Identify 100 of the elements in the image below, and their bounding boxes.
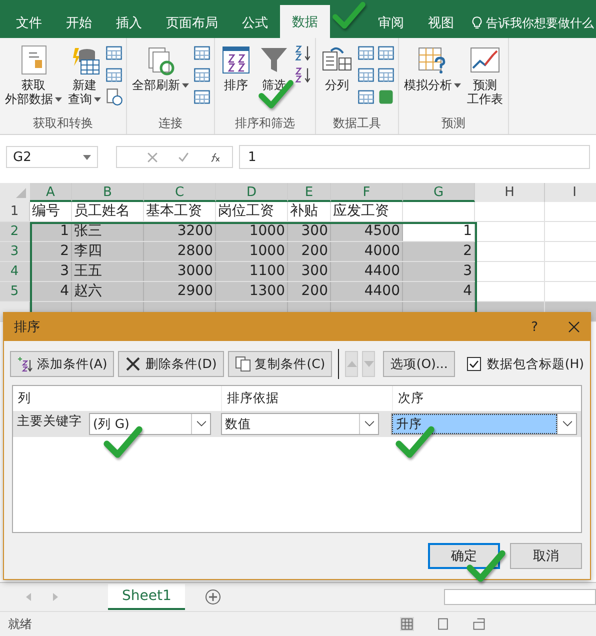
sort-icon <box>220 44 252 76</box>
table-cell: 4 <box>403 282 475 301</box>
ribbon-tab[interactable]: 开始 <box>54 8 104 38</box>
ribbon-button[interactable]: 新建 查询 <box>66 42 103 115</box>
delete-icon <box>125 356 142 372</box>
ribbon-tab[interactable]: 公式 <box>230 8 280 38</box>
ribbon-button[interactable]: 排序 <box>218 42 254 115</box>
checkbox-label: 数据包含标题(H) <box>486 356 584 372</box>
table-cell: 4 <box>30 282 72 301</box>
table-cell: 3000 <box>144 262 216 281</box>
column-header[interactable]: H <box>475 183 545 202</box>
column-header[interactable]: E <box>288 183 331 202</box>
sheet-tab[interactable]: Sheet1 <box>108 584 186 610</box>
table-cell: 编号 <box>30 202 72 221</box>
ribbon-tab[interactable]: 插入 <box>104 8 154 38</box>
down-arrow-icon <box>364 361 374 367</box>
dropdown-arrow-icon <box>454 83 461 88</box>
column-header[interactable]: C <box>144 183 216 202</box>
table-cell: 补贴 <box>288 202 331 221</box>
ribbon-button[interactable]: 获取 外部数据 <box>3 42 64 115</box>
ribbon-group-label: 连接 <box>158 115 184 132</box>
ribbon-button[interactable]: 模拟分析 <box>402 42 463 115</box>
row-header[interactable]: 5 <box>0 282 30 301</box>
check-mark-icon <box>332 0 366 31</box>
ribbon-button[interactable]: 预测 工作表 <box>465 42 505 115</box>
ribbon-group-label: 排序和筛选 <box>234 115 296 132</box>
ribbon-tab[interactable]: 视图 <box>416 8 466 38</box>
row-header[interactable]: 4 <box>0 262 30 281</box>
name-box[interactable]: G2 <box>6 146 98 168</box>
table-cell: 1300 <box>216 282 288 301</box>
add-sheet-icon[interactable] <box>205 589 222 605</box>
toolbar-button[interactable]: 添加条件(A) <box>10 351 114 377</box>
chevron-down-icon <box>364 421 374 427</box>
order-dropdown[interactable]: 升序 <box>391 413 577 435</box>
ok-button[interactable]: 确定 <box>428 543 500 569</box>
ribbon-group-label: 获取和转换 <box>32 115 94 132</box>
table-cell: 应发工资 <box>331 202 403 221</box>
add-level-icon <box>17 356 33 372</box>
table-cell: 3 <box>403 262 475 281</box>
dropdown-arrow-icon <box>55 97 62 102</box>
normal-view-icon[interactable] <box>400 617 414 631</box>
column-header[interactable]: I <box>545 183 596 202</box>
page-break-icon[interactable] <box>472 617 486 631</box>
table-cell: 200 <box>288 242 331 261</box>
dropdown-arrow-icon <box>182 83 189 88</box>
row-header[interactable]: 1 <box>0 202 30 221</box>
table-cell: 1 <box>403 222 475 241</box>
table-cell: 4400 <box>331 282 403 301</box>
ribbon-button[interactable]: 全部刷新 <box>130 42 191 115</box>
tell-me-field[interactable]: 告诉我你想要做什么 <box>486 14 594 32</box>
table-cell: 300 <box>288 262 331 281</box>
table-cell: 王五 <box>72 262 144 281</box>
dropdown-arrow-icon <box>83 154 91 160</box>
table-cell: 1100 <box>216 262 288 281</box>
ribbon-tab[interactable]: 审阅 <box>366 8 416 38</box>
sort-descending-icon[interactable] <box>294 66 312 84</box>
check-mark-icon <box>258 78 294 110</box>
formula-input[interactable]: 1 <box>239 145 590 169</box>
ribbon-tab[interactable]: 页面布局 <box>154 8 230 38</box>
close-icon[interactable] <box>568 321 580 333</box>
row-header[interactable]: 3 <box>0 242 30 261</box>
table-cell: 3 <box>30 262 72 281</box>
horizontal-scrollbar[interactable] <box>444 589 596 605</box>
row-header[interactable]: 2 <box>0 222 30 241</box>
enter-check-icon[interactable] <box>178 152 189 162</box>
table-cell: 2900 <box>144 282 216 301</box>
checkbox[interactable] <box>466 357 481 371</box>
page-layout-icon[interactable] <box>436 617 450 631</box>
column-dropdown[interactable]: (列 G) <box>89 413 211 435</box>
table-cell: 200 <box>288 282 331 301</box>
sort-ascending-icon[interactable] <box>294 44 312 62</box>
ribbon-tab[interactable]: 文件 <box>4 8 54 38</box>
table-cell: 2 <box>403 242 475 261</box>
table-cell: 2800 <box>144 242 216 261</box>
function-icon[interactable] <box>209 152 220 162</box>
chevron-down-icon <box>196 421 206 427</box>
cancel-button[interactable]: 取消 <box>510 543 582 569</box>
column-header[interactable]: A <box>30 183 72 202</box>
toolbar-button[interactable]: 删除条件(D) <box>118 351 224 377</box>
sort-on-dropdown[interactable]: 数值 <box>221 413 379 435</box>
help-button[interactable]: ? <box>531 320 538 334</box>
options-button[interactable]: 选项(O)... <box>383 351 455 377</box>
column-header[interactable]: G <box>403 183 475 202</box>
column-header[interactable]: D <box>216 183 288 202</box>
copy-icon <box>234 356 251 372</box>
ribbon-group-label: 数据工具 <box>332 115 382 132</box>
table-cell: 4000 <box>331 242 403 261</box>
dropdown-arrow-icon <box>94 97 101 102</box>
dialog-title: 排序 <box>14 319 40 336</box>
table-cell: 李四 <box>72 242 144 261</box>
ribbon-tab[interactable]: 数据 <box>280 5 330 38</box>
table-icon[interactable] <box>105 44 123 62</box>
up-arrow-icon <box>346 361 357 367</box>
grid-icon[interactable] <box>105 66 123 84</box>
toolbar-button[interactable]: 复制条件(C) <box>228 351 332 377</box>
ribbon-button[interactable]: 分列 <box>319 42 355 115</box>
lightbulb-icon <box>472 16 482 30</box>
column-header[interactable]: B <box>72 183 144 202</box>
column-header[interactable]: F <box>331 183 403 202</box>
table-cell: 赵六 <box>72 282 144 301</box>
